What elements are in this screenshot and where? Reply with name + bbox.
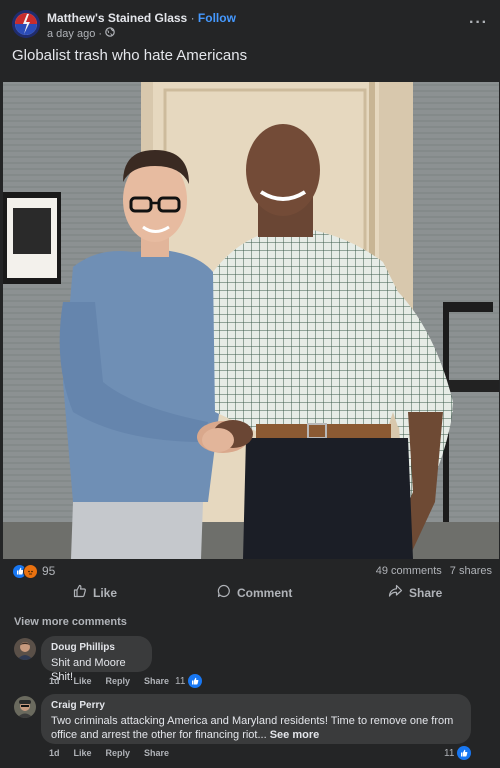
comment-share-button[interactable]: Share (144, 676, 169, 686)
comment-count[interactable]: 49 comments (376, 565, 442, 577)
comment-text-line-1: Two criminals attacking America and Mary… (51, 715, 454, 727)
reaction-summary[interactable]: 95 (12, 563, 55, 579)
comment-reaction-count: 11 (444, 747, 455, 759)
page-name-link[interactable]: Matthew's Stained Glass (47, 11, 187, 25)
globe-icon (105, 27, 115, 40)
like-reaction-icon (188, 674, 203, 688)
comment-author[interactable]: Craig Perry (51, 700, 461, 711)
share-arrow-icon (388, 584, 403, 601)
post-meta: a day ago · (47, 27, 115, 40)
comment-like-button[interactable]: Like (74, 748, 92, 758)
comment-reply-button[interactable]: Reply (106, 748, 131, 758)
comment-text-line-2: office and arrest the other for financin… (51, 728, 461, 742)
comment-actions: 1d Like Reply Share (49, 676, 169, 686)
reaction-count: 95 (42, 564, 56, 578)
photo-illustration (3, 82, 499, 559)
comment-actions: 1d Like Reply Share (49, 748, 169, 758)
post-text: Globalist trash who hate Americans (12, 47, 248, 64)
comment-reaction[interactable]: 11 (175, 674, 203, 688)
follow-button[interactable]: Follow (198, 11, 236, 25)
comment-text-line-2-content: office and arrest the other for financin… (51, 729, 267, 741)
like-reaction-icon (457, 746, 472, 760)
like-label: Like (93, 585, 118, 600)
page-avatar[interactable] (12, 10, 40, 38)
comment-like-button[interactable]: Like (74, 676, 92, 686)
post-header: Matthew's Stained Glass · Follow a day a… (0, 0, 500, 44)
see-more-link[interactable]: See more (270, 729, 320, 741)
comment-share-button[interactable]: Share (144, 748, 169, 758)
ellipsis-icon[interactable]: ··· (469, 14, 488, 32)
thumbs-up-icon (73, 584, 87, 601)
comment-reaction[interactable]: 11 (444, 746, 472, 760)
action-bar: Like Comment Share (0, 584, 500, 606)
share-label: Share (409, 585, 443, 600)
comment-bubble-icon (217, 584, 231, 601)
post-photo[interactable] (3, 82, 499, 559)
separator-dot: · (190, 11, 195, 25)
like-button[interactable]: Like (73, 584, 117, 601)
comment-button[interactable]: Comment (217, 584, 292, 601)
avatar[interactable] (14, 638, 36, 660)
post-timestamp[interactable]: a day ago · (47, 28, 102, 40)
view-more-comments[interactable]: View more comments (14, 616, 127, 628)
comment-author[interactable]: Doug Phillips (51, 642, 142, 653)
comment-time[interactable]: 1d (49, 748, 60, 758)
page-name-line: Matthew's Stained Glass · Follow (47, 11, 236, 25)
share-button[interactable]: Share (388, 584, 442, 601)
share-count[interactable]: 7 shares (450, 565, 492, 577)
comment-time[interactable]: 1d (49, 676, 60, 686)
comment-label: Comment (237, 585, 293, 600)
avatar[interactable] (14, 696, 36, 718)
comment-bubble: Craig Perry Two criminals attacking Amer… (41, 694, 471, 744)
comment-reaction-count: 11 (175, 675, 186, 687)
angry-reaction-icon (23, 563, 38, 579)
comment-bubble: Doug Phillips Shit and Moore Shit! (41, 636, 152, 683)
post-stats: 49 comments 7 shares (376, 565, 492, 577)
comment-reply-button[interactable]: Reply (106, 676, 131, 686)
